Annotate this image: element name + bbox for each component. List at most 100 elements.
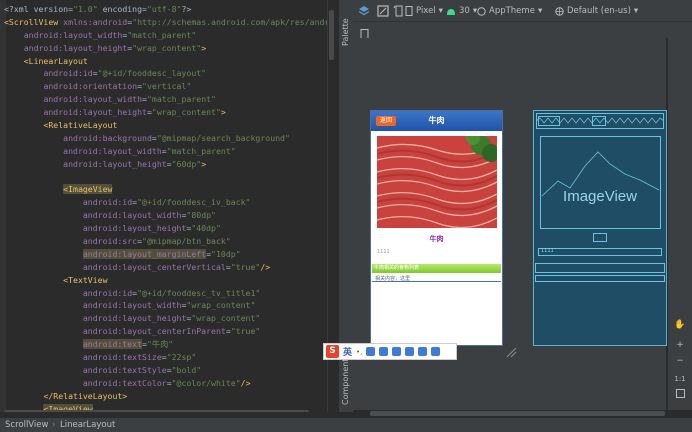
beef-image[interactable] <box>377 136 497 228</box>
ime-lang-toggle[interactable]: 英 <box>343 345 352 358</box>
code-line[interactable]: <ScrollView xmlns:android="http://schema… <box>4 16 335 29</box>
code-token: /> <box>240 377 251 388</box>
blueprint-imageview-label: ImageView <box>563 188 637 205</box>
zoom-in-button[interactable]: + <box>672 338 688 352</box>
code-line[interactable]: <RelativeLayout <box>4 119 335 132</box>
code-line[interactable]: android:textStyle="bold" <box>4 364 335 377</box>
api-selector[interactable]: 30 ▾ <box>446 4 477 18</box>
component-tree-tab[interactable]: Component <box>340 355 352 411</box>
code-line[interactable]: android:textSize="22sp" <box>4 351 335 364</box>
code-line[interactable]: android:layout_height="40dp" <box>4 222 335 235</box>
palette-tab[interactable]: Palette <box>340 2 352 46</box>
sogou-logo-icon[interactable]: S <box>326 345 339 358</box>
code-token: "http://schemas.android.com/apk/res/andr… <box>132 16 335 27</box>
blueprint-green-box <box>535 263 665 273</box>
code-line[interactable]: android:layout_height="60dp"> <box>4 158 335 171</box>
pan-hand-icon[interactable]: ✋ <box>672 318 688 332</box>
code-line[interactable]: android:layout_width="80dp" <box>4 209 335 222</box>
code-token: xmlns:android <box>63 16 128 27</box>
xml-code[interactable]: <?xml version="1.0" encoding="utf-8"?> <S… <box>4 3 335 412</box>
ime-voice-icon[interactable] <box>379 347 389 356</box>
code-editor[interactable]: <?xml version="1.0" encoding="utf-8"?> <S… <box>0 0 335 412</box>
device-selector[interactable]: Pixel ▾ <box>405 4 443 18</box>
blueprint-toggle-icon[interactable] <box>377 4 389 18</box>
zoom-actual-button[interactable]: 1:1 <box>672 372 688 386</box>
editor-horizontal-scrollbar[interactable] <box>4 410 309 412</box>
ime-keyboard-icon[interactable] <box>392 347 402 356</box>
ime-emoji-icon[interactable] <box>366 347 376 356</box>
code-token: android:layout_centerInParent <box>82 326 226 337</box>
code-line[interactable]: <TextView <box>4 274 335 287</box>
code-line[interactable]: android:layout_height="wrap_content" <box>4 312 335 325</box>
ime-grid-icon[interactable] <box>431 347 441 356</box>
code-line[interactable]: android:layout_height="wrap_content"> <box>4 106 335 119</box>
ime-tools-icon[interactable] <box>418 347 428 356</box>
code-line[interactable]: android:layout_width="wrap_content" <box>4 299 335 312</box>
code-line[interactable]: <ImageView <box>4 183 335 196</box>
code-line[interactable]: android:orientation="vertical" <box>4 80 335 93</box>
code-line[interactable]: android:text="牛肉" <box>4 338 335 351</box>
code-token: "wrap_content" <box>186 300 256 311</box>
preview-header[interactable]: 牛肉 返回 <box>371 111 502 131</box>
code-line[interactable]: <?xml version="1.0" encoding="utf-8"?> <box>4 3 335 16</box>
code-line[interactable]: android:background="@mipmap/search_backg… <box>4 132 335 145</box>
code-token: ?> <box>181 4 192 14</box>
code-token: "40dp" <box>191 223 221 234</box>
canvas-horizontal-scrollbar[interactable] <box>370 411 665 416</box>
code-line[interactable]: android:layout_centerVertical="true"/> <box>4 261 335 274</box>
ime-clothes-icon[interactable] <box>405 347 415 356</box>
code-line[interactable]: android:layout_height="wrap_content"> <box>4 42 335 55</box>
device-label: Pixel <box>416 6 436 16</box>
code-line[interactable]: android:id="@+id/fooddesc_layout" <box>4 67 335 80</box>
code-line[interactable]: </RelativeLayout> <box>4 390 335 403</box>
code-line[interactable]: android:id="@+id/fooddesc_iv_back" <box>4 196 335 209</box>
code-token: > <box>201 42 207 53</box>
code-line[interactable]: android:src="@mipmap/btn_back" <box>4 235 335 248</box>
chevron-down-icon: ▾ <box>633 6 639 16</box>
code-line[interactable]: android:id="@+id/fooddesc_tv_title1" <box>4 287 335 300</box>
locale-selector[interactable]: Default (en-us) ▾ <box>555 4 638 18</box>
zoom-fit-icon[interactable] <box>672 389 688 403</box>
code-token: <ScrollView <box>4 16 64 27</box>
theme-selector[interactable]: AppTheme ▾ <box>477 4 542 18</box>
code-token: android:layout_height <box>82 313 187 324</box>
breadcrumb-linearlayout[interactable]: LinearLayout <box>60 420 115 430</box>
preview-back-button[interactable]: 返回 <box>376 116 396 126</box>
code-line[interactable]: android:layout_width="match_parent" <box>4 93 335 106</box>
blueprint-preview[interactable]: ImageView 1111 <box>533 110 667 346</box>
code-line[interactable]: android:layout_centerInParent="true" <box>4 325 335 338</box>
code-token: "wrap_content" <box>132 42 202 53</box>
code-line[interactable]: android:textColor="@color/white"/> <box>4 377 335 390</box>
orientation-icon[interactable] <box>393 4 405 18</box>
code-token: "utf-8" <box>146 4 182 14</box>
code-line[interactable]: android:layout_width="match_parent" <box>4 145 335 158</box>
code-token: android:layout_height <box>43 107 147 118</box>
phone-preview[interactable]: 牛肉 返回 牛肉 1111 牛肉相关的食物列表 相关内容，这里 <box>370 110 503 346</box>
zoom-out-button[interactable]: − <box>672 354 688 368</box>
code-token: android:layout_height <box>23 42 128 53</box>
code-line[interactable]: <LinearLayout <box>4 55 335 68</box>
code-token: android:textSize <box>82 352 162 363</box>
layers-icon[interactable] <box>358 4 370 18</box>
preview-green-bar: 牛肉相关的食物列表 <box>372 264 501 273</box>
code-token: "1.0" <box>73 4 98 14</box>
ime-toolbar[interactable]: S 英 •, <box>323 343 457 360</box>
code-line[interactable]: android:layout_marginLeft="10dp" <box>4 248 335 261</box>
ime-punct-icon[interactable]: •, <box>356 348 362 356</box>
scroll-thumb[interactable] <box>329 10 334 60</box>
component-label: Component <box>341 358 350 405</box>
breadcrumb-scrollview[interactable]: ScrollView <box>5 420 48 430</box>
code-line[interactable] <box>4 171 335 184</box>
resize-handle-icon[interactable] <box>505 346 517 358</box>
code-line[interactable]: android:layout_width="match_parent" <box>4 29 335 42</box>
code-token: android:layout_width <box>43 94 143 105</box>
